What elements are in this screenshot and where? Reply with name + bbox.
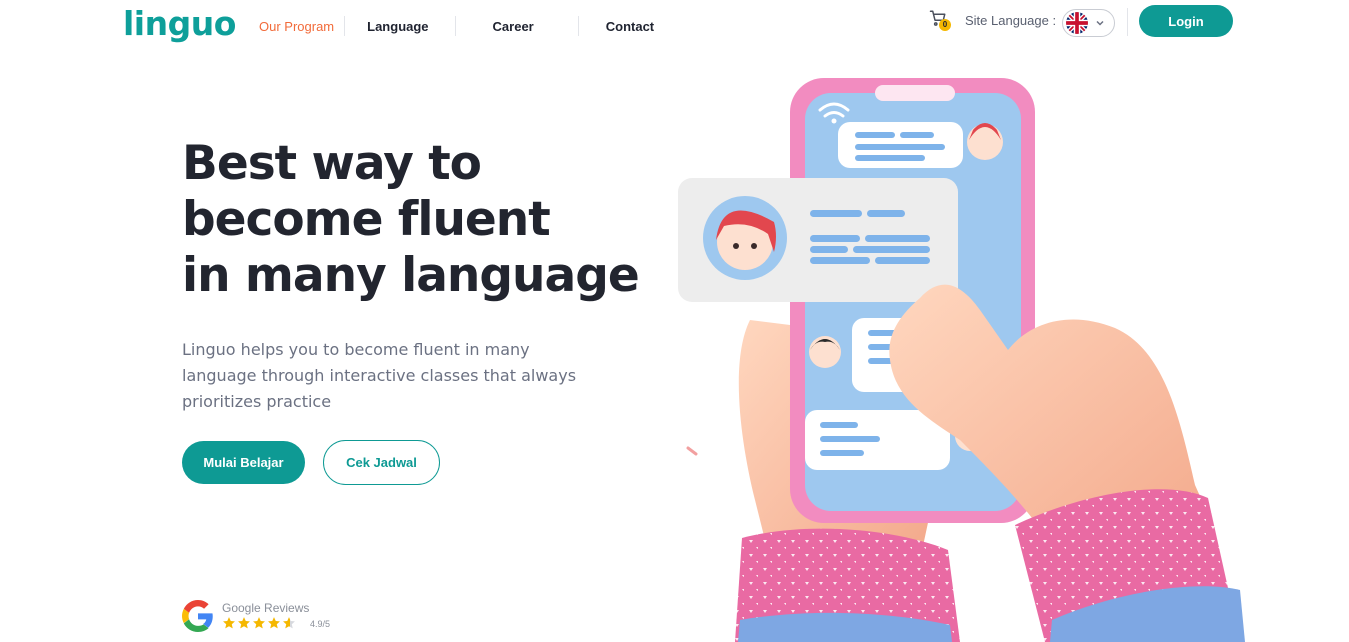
cart-count-badge: 0 — [939, 19, 951, 31]
nav-career[interactable]: Career — [493, 19, 534, 34]
star-half-icon — [283, 617, 295, 629]
hero-headline: Best way to become fluent in many langua… — [182, 136, 642, 304]
google-reviews[interactable]: Google Reviews 4.9/5 — [182, 600, 352, 636]
star-icon — [223, 617, 235, 629]
star-icon — [253, 617, 265, 629]
main-nav: Our Program Language Career Contact — [259, 16, 654, 36]
hero-illustration — [678, 78, 1245, 642]
google-icon — [182, 600, 213, 632]
phone-camera — [932, 87, 944, 99]
uk-flag-icon — [1066, 12, 1088, 34]
site-header: linguo Our Program Language Career Conta… — [0, 0, 1349, 52]
headline-line: in many language — [182, 248, 640, 303]
star-icon — [238, 617, 250, 629]
logo[interactable]: linguo — [123, 4, 236, 43]
headline-line: Best way to — [182, 136, 482, 191]
check-schedule-button[interactable]: Cek Jadwal — [323, 440, 440, 485]
nav-divider — [454, 16, 456, 36]
rating-score: 4.9/5 — [310, 619, 331, 629]
star-icon — [268, 617, 280, 629]
hero-description: Linguo helps you to become fluent in man… — [182, 340, 577, 411]
nav-our-program[interactable]: Our Program — [259, 19, 334, 34]
header-divider — [1127, 8, 1128, 36]
chevron-down-icon — [1096, 20, 1104, 26]
start-learning-button[interactable]: Mulai Belajar — [182, 441, 305, 484]
language-select[interactable] — [1062, 9, 1115, 37]
nav-divider — [344, 16, 346, 36]
site-language-label: Site Language : — [965, 13, 1057, 28]
nav-language[interactable]: Language — [367, 19, 428, 34]
headline-line: become fluent — [182, 192, 551, 247]
avatar-girl — [967, 124, 1003, 160]
nav-divider — [577, 16, 579, 36]
nav-contact[interactable]: Contact — [606, 19, 654, 34]
cart-button[interactable]: 0 — [929, 9, 951, 33]
reviews-label: Google Reviews — [222, 601, 310, 615]
login-button[interactable]: Login — [1139, 5, 1233, 37]
rating-stars — [222, 616, 297, 630]
